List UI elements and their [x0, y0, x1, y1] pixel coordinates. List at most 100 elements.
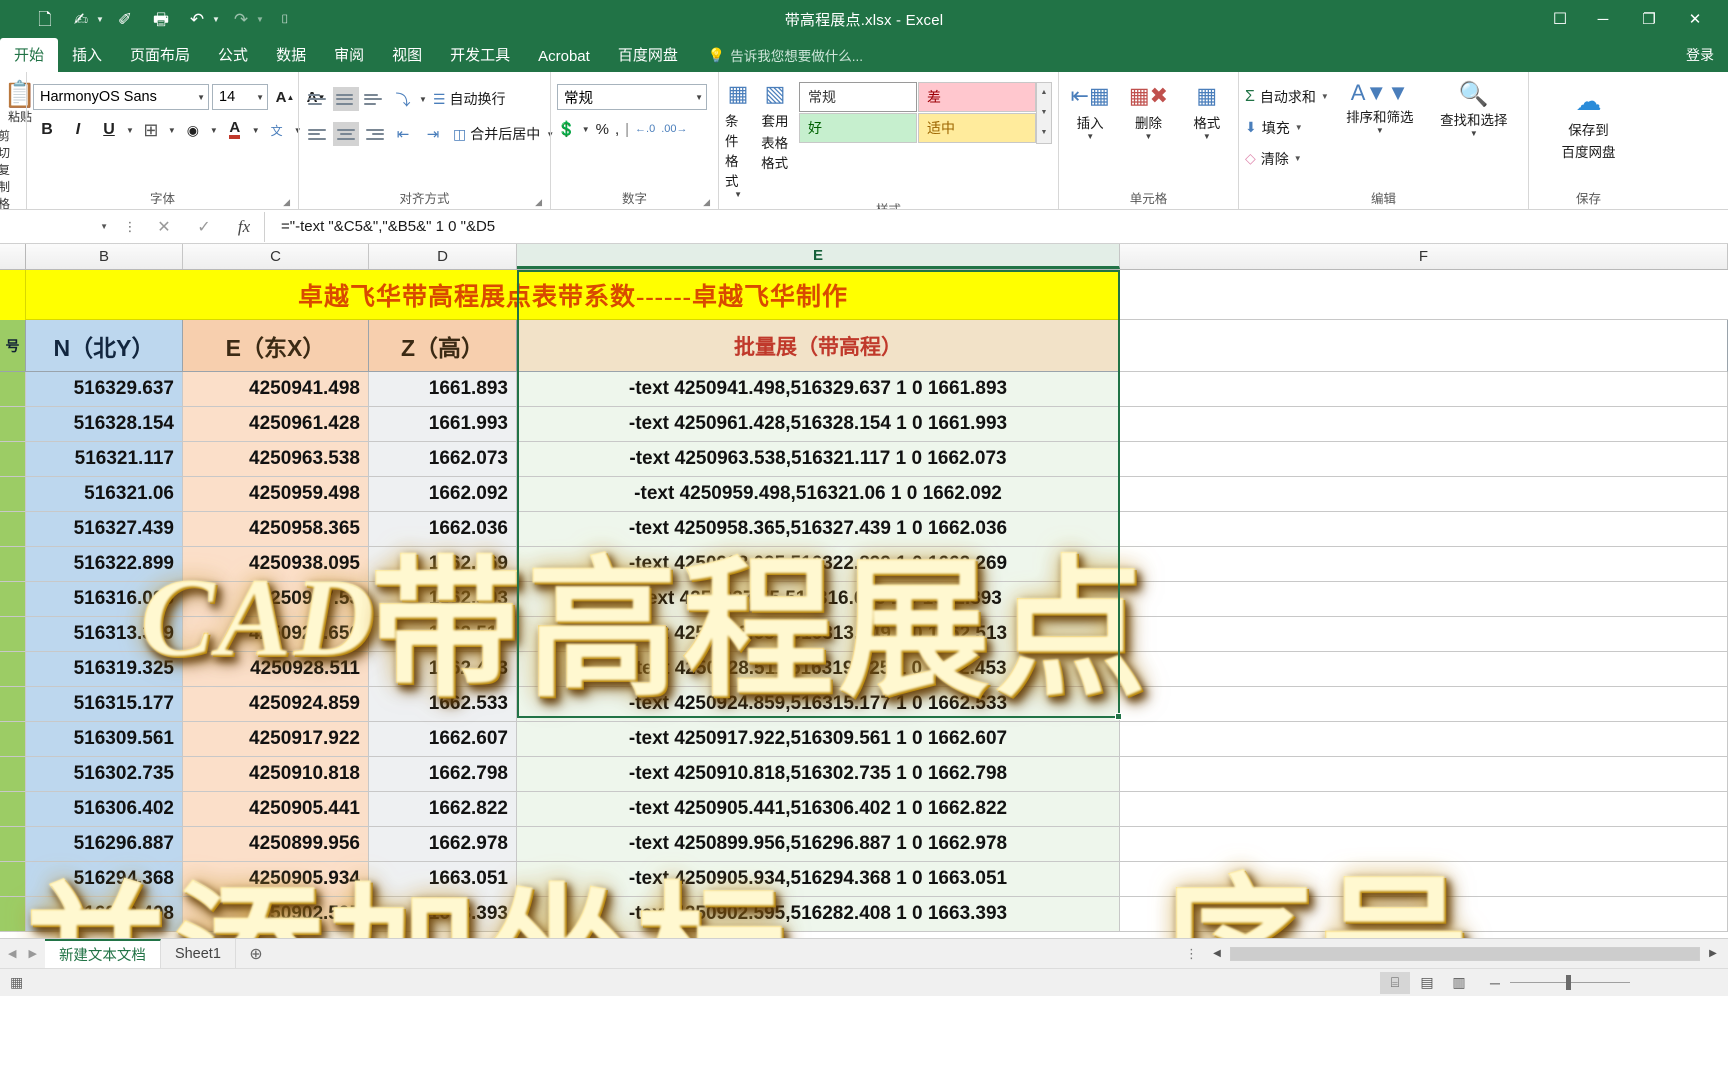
comma-style-button[interactable]: ,	[615, 121, 619, 138]
row-cell-north[interactable]: 516322.899	[26, 547, 183, 582]
row-cell-east[interactable]: 4250963.538	[183, 442, 369, 477]
tab-formulas[interactable]: 公式	[204, 39, 262, 72]
row-cell-f[interactable]	[1120, 407, 1728, 442]
wrap-text-button[interactable]: ☰ 自动换行	[429, 87, 510, 111]
font-color-chevron-down-icon[interactable]: ▼	[252, 126, 260, 135]
row-cell-east[interactable]: 4250959.498	[183, 477, 369, 512]
paste-brush-icon[interactable]: ✍	[64, 4, 98, 34]
row-cell-north[interactable]: 516282.408	[26, 897, 183, 932]
align-top-button[interactable]	[305, 87, 331, 111]
row-cell-batch-plot[interactable]: -text 4250928.511,516319.325 1 0 1662.45…	[517, 652, 1120, 687]
autosum-chevron-down-icon[interactable]: ▼	[1321, 92, 1329, 101]
row-cell-east[interactable]: 4250958.365	[183, 512, 369, 547]
conditional-format-chevron-down-icon[interactable]: ▼	[734, 190, 742, 199]
delete-cells-button[interactable]: ▦✖ 删除 ▼	[1123, 82, 1173, 141]
cell-style-normal[interactable]: 常规	[799, 82, 917, 112]
phonetic-guide-button[interactable]: 文	[263, 117, 291, 143]
align-middle-button[interactable]	[333, 87, 359, 111]
row-cell-f[interactable]	[1120, 652, 1728, 687]
fill-color-button[interactable]: ◉	[179, 117, 207, 143]
row-cell-elevation[interactable]: 1661.893	[369, 372, 517, 407]
row-cell-index[interactable]	[0, 617, 26, 652]
increase-indent-button[interactable]: ⇥	[419, 121, 447, 147]
cancel-edit-button[interactable]: ✕	[144, 217, 184, 237]
row-cell-elevation[interactable]: 1662.269	[369, 547, 517, 582]
row-cell-north[interactable]: 516319.325	[26, 652, 183, 687]
name-box-chevron-down-icon[interactable]: ▼	[94, 222, 108, 231]
sheet-tab-new-text-doc[interactable]: 新建文本文档	[44, 939, 161, 968]
redo-chevron-down-icon[interactable]: ▼	[254, 15, 266, 24]
row-cell-elevation[interactable]: 1662.073	[369, 442, 517, 477]
number-format-chevron-down-icon[interactable]: ▼	[687, 93, 703, 102]
formula-bar-grip[interactable]: ⋮	[116, 219, 144, 235]
add-sheet-button[interactable]: ⊕	[236, 939, 276, 968]
row-cell-north[interactable]: 516328.154	[26, 407, 183, 442]
row-cell-north[interactable]: 516316.085	[26, 582, 183, 617]
row-cell-elevation[interactable]: 1661.993	[369, 407, 517, 442]
row-cell-index[interactable]	[0, 582, 26, 617]
row-cell-batch-plot[interactable]: -text 4250941.498,516329.637 1 0 1661.89…	[517, 372, 1120, 407]
row-cell-north[interactable]: 516321.117	[26, 442, 183, 477]
row-cell-index[interactable]	[0, 407, 26, 442]
row-cell-index[interactable]	[0, 687, 26, 722]
zoom-slider-track[interactable]	[1510, 975, 1630, 990]
fill-chevron-down-icon[interactable]: ▼	[1295, 123, 1303, 132]
row-cell-east[interactable]: 4250905.934	[183, 862, 369, 897]
font-dialog-launcher-icon[interactable]: ◢	[283, 197, 290, 208]
cell-style-neutral[interactable]: 适中	[918, 113, 1036, 143]
row-cell-f[interactable]	[1120, 757, 1728, 792]
row-cell-east[interactable]: 4250924.859	[183, 687, 369, 722]
view-page-layout-button[interactable]: ▤	[1412, 972, 1442, 994]
save-to-baidu-button[interactable]: ☁ 保存到 百度网盘	[1539, 86, 1639, 161]
sign-in-button[interactable]: 登录	[1686, 45, 1714, 65]
row-cell-north[interactable]: 516327.439	[26, 512, 183, 547]
view-page-break-button[interactable]: ▥	[1444, 972, 1474, 994]
row-cell-batch-plot[interactable]: -text 4250917.922,516309.561 1 0 1662.60…	[517, 722, 1120, 757]
sheet-nav-next-icon[interactable]: ▶	[28, 947, 36, 960]
banner-empty-f[interactable]	[1120, 270, 1728, 320]
column-header-d[interactable]: D	[369, 244, 517, 269]
row-cell-batch-plot[interactable]: -text 4250938.095,516322.899 1 0 1662.26…	[517, 547, 1120, 582]
format-cells-button[interactable]: ▦ 格式 ▼	[1182, 82, 1232, 141]
row-cell-elevation[interactable]: 1662.393	[369, 582, 517, 617]
row-cell-east[interactable]: 4250928.511	[183, 652, 369, 687]
row-cell-north[interactable]: 516315.177	[26, 687, 183, 722]
header-cell-east[interactable]: E（东X）	[183, 320, 369, 372]
fill-color-chevron-down-icon[interactable]: ▼	[210, 126, 218, 135]
percent-style-button[interactable]: %	[596, 121, 609, 138]
row-cell-elevation[interactable]: 1662.978	[369, 827, 517, 862]
header-cell-batch-plot[interactable]: 批量展（带高程）	[517, 320, 1120, 372]
autosum-button[interactable]: Σ 自动求和 ▼	[1245, 82, 1329, 111]
tell-me-box[interactable]: 💡 告诉我您想要做什么...	[692, 40, 873, 72]
clear-button[interactable]: ◇ 清除 ▼	[1245, 144, 1329, 173]
align-left-button[interactable]	[305, 122, 331, 146]
row-cell-f[interactable]	[1120, 372, 1728, 407]
row-cell-f[interactable]	[1120, 862, 1728, 897]
row-cell-batch-plot[interactable]: -text 4250937.55,516316.085 1 0 1662.393	[517, 582, 1120, 617]
delete-cells-chevron-down-icon[interactable]: ▼	[1145, 132, 1153, 141]
row-cell-f[interactable]	[1120, 547, 1728, 582]
tab-baidu-netdisk[interactable]: 百度网盘	[604, 39, 692, 72]
redo-icon[interactable]: ↷	[224, 4, 258, 34]
find-and-select-button[interactable]: 🔍 查找和选择 ▼	[1431, 80, 1517, 138]
zoom-out-button[interactable]: ─	[1488, 975, 1502, 991]
row-cell-east[interactable]: 4250961.428	[183, 407, 369, 442]
cell-style-good[interactable]: 好	[799, 113, 917, 143]
formula-input[interactable]: ="-text "&C5&","&B5&" 1 0 "&D5	[264, 211, 1728, 242]
zoom-slider-thumb[interactable]	[1566, 975, 1571, 990]
tab-home[interactable]: 开始	[0, 38, 59, 72]
row-cell-east[interactable]: 4250902.595	[183, 897, 369, 932]
number-dialog-launcher-icon[interactable]: ◢	[703, 197, 710, 208]
row-cell-north[interactable]: 516313.349	[26, 617, 183, 652]
row-cell-index[interactable]	[0, 792, 26, 827]
confirm-edit-button[interactable]: ✓	[184, 217, 224, 237]
column-header-b[interactable]: B	[26, 244, 183, 269]
row-cell-index[interactable]	[0, 512, 26, 547]
banner-row-header[interactable]	[0, 270, 26, 320]
tab-acrobat[interactable]: Acrobat	[524, 43, 604, 72]
column-header-c[interactable]: C	[183, 244, 369, 269]
align-bottom-button[interactable]	[361, 87, 387, 111]
tab-insert[interactable]: 插入	[58, 39, 116, 72]
styles-gallery-scrollbar[interactable]: ▲ ▼ ▼	[1036, 82, 1052, 144]
undo-icon[interactable]: ↶	[180, 4, 214, 34]
